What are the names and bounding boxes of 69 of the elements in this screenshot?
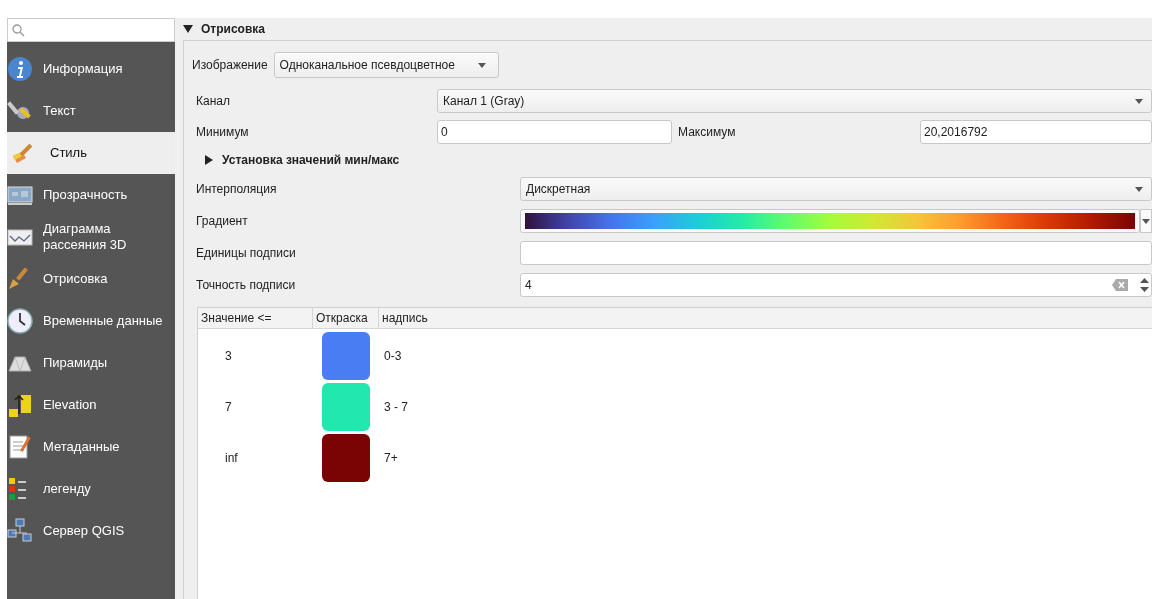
item-label: Метаданные [43, 439, 120, 455]
sidebar-item[interactable]: Диаграмма рассеяния 3D [7, 216, 175, 258]
field-label: Изображение [192, 58, 268, 72]
table-cell-text: inf [224, 450, 239, 465]
sidebar-item[interactable]: Метаданные [7, 426, 175, 468]
item-label: Временные данные [43, 313, 163, 329]
sidebar-item[interactable]: Пирамиды [7, 342, 175, 384]
item-label: Диаграмма рассеяния 3D [43, 221, 128, 253]
color-swatch[interactable] [322, 382, 370, 431]
field-label: Минимум [196, 125, 250, 139]
field-label: Канал [196, 94, 231, 108]
caret-icon [1142, 218, 1150, 224]
caret-icon [1135, 98, 1143, 104]
sidebar-item[interactable]: Отрисовка [7, 258, 175, 300]
field-label: Максимум [678, 125, 737, 139]
column-header[interactable]: Значение <= [198, 308, 313, 328]
color-swatch[interactable] [322, 433, 370, 482]
table-cell-text: 7+ [383, 450, 398, 465]
input-field[interactable]: 20,2016792 [920, 120, 1152, 144]
item-label: Пирамиды [43, 355, 108, 371]
search-icon [12, 23, 25, 37]
dropdown-button[interactable] [1140, 209, 1152, 233]
expand-arrow-icon[interactable] [205, 155, 213, 165]
elevation-icon [7, 392, 33, 418]
dropdown[interactable]: Дискретная [520, 177, 1152, 201]
field-label: Единицы подписи [196, 246, 297, 260]
item-label: Сервер QGIS [43, 523, 125, 539]
section-title: Отрисовка [201, 22, 265, 36]
item-label: Отрисовка [43, 271, 108, 287]
search-field[interactable] [7, 18, 175, 42]
color-swatch[interactable] [322, 331, 370, 380]
field-label: Точность подписи [196, 278, 297, 292]
sidebar-item[interactable]: Прозрачность [7, 174, 175, 216]
sidebar-item[interactable]: Сервер QGIS [7, 510, 175, 552]
clock-icon [7, 308, 33, 334]
up-down-arrows-icon[interactable] [1140, 277, 1149, 293]
sidebar-item[interactable]: легенду [7, 468, 175, 510]
item-label: Прозрачность [43, 187, 128, 203]
column-header[interactable]: надпись [379, 308, 1152, 328]
sidebar-item[interactable]: Временные данные [7, 300, 175, 342]
dropdown[interactable]: Одноканальное псевдоцветное [273, 52, 499, 78]
item-label: Информация [43, 61, 123, 77]
table-cell-text: 3 [224, 348, 233, 363]
input-field[interactable]: 0 [437, 120, 672, 144]
table-cell-text: 0-3 [383, 348, 402, 363]
item-label: Стиль [50, 145, 87, 161]
table-cell-text: 7 [224, 399, 233, 414]
expand-arrow-icon[interactable] [183, 25, 193, 33]
sidebar-item[interactable]: Текст [7, 90, 175, 132]
sidebar-item[interactable]: Информация [7, 48, 175, 90]
section-title: Установка значений мин/макс [222, 153, 400, 167]
info-icon [7, 56, 33, 82]
network-icon [7, 518, 33, 544]
spin-box[interactable]: 4 [520, 273, 1152, 297]
field-label: Градиент [196, 214, 249, 228]
color-ramp-button[interactable] [520, 209, 1140, 233]
item-label: Elevation [43, 397, 97, 413]
column-header[interactable]: Откраска [313, 308, 379, 328]
caret-icon [477, 62, 486, 68]
item-label: Текст [43, 103, 76, 119]
sidebar-item[interactable]: Стиль [7, 132, 175, 174]
field-label: Интерполяция [196, 182, 278, 196]
item-label: легенду [43, 481, 91, 497]
sidebar-item[interactable]: Elevation [7, 384, 175, 426]
table-cell-text: 3 - 7 [383, 399, 408, 414]
dropdown[interactable]: Канал 1 (Gray) [437, 89, 1152, 113]
input-field[interactable] [520, 241, 1152, 265]
document-pencil-icon [7, 434, 33, 460]
caret-icon [1135, 186, 1143, 192]
